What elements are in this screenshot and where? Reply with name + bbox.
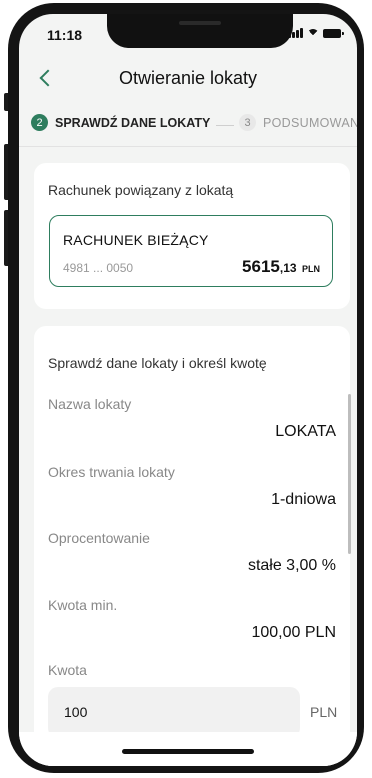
step-connector <box>216 125 234 126</box>
field-value-interest: stałe 3,00 % <box>247 557 336 574</box>
account-tile[interactable]: RACHUNEK BIEŻĄCY 4981 ... 0050 5615,13 P… <box>49 215 333 287</box>
step-indicator: 2 SPRAWDŹ DANE LOKATY 3 PODSUMOWANIE <box>19 112 357 140</box>
field-label-interest: Oprocentowanie <box>48 530 150 546</box>
field-value-min-amount: 100,00 PLN <box>251 624 336 641</box>
page-title: Otwieranie lokaty <box>118 68 258 88</box>
steps-divider <box>19 146 357 147</box>
step-3: 3 PODSUMOWANIE <box>239 114 357 131</box>
linked-account-title: Rachunek powiązany z lokatą <box>48 182 234 198</box>
scrollbar[interactable] <box>348 394 351 554</box>
amount-currency: PLN <box>310 704 338 720</box>
field-label-deposit-name: Nazwa lokaty <box>48 396 132 412</box>
linked-account-card: Rachunek powiązany z lokatą RACHUNEK BIE… <box>34 163 350 309</box>
field-value-term: 1-dniowa <box>271 491 336 508</box>
notch <box>107 14 293 48</box>
step-2-active: 2 SPRAWDŹ DANE LOKATY <box>31 114 210 131</box>
balance-integer: 5615 <box>242 257 280 276</box>
field-label-min-amount: Kwota min. <box>48 597 118 613</box>
field-label-term: Okres trwania lokaty <box>48 464 175 480</box>
app-screen: 11:18 Otwieranie lokaty 2 SPRAWDŹ DANE L… <box>19 14 357 766</box>
app-header: Otwieranie lokaty <box>19 58 357 102</box>
balance-decimal: ,13 <box>279 261 297 275</box>
amount-label: Kwota <box>48 662 87 678</box>
wifi-icon <box>307 27 319 39</box>
deposit-section-title: Sprawdź dane lokaty i określ kwotę <box>48 355 267 371</box>
account-balance: 5615,13 PLN <box>242 257 320 277</box>
field-value-deposit-name: LOKATA <box>275 423 336 440</box>
step-label: PODSUMOWANIE <box>263 115 357 130</box>
balance-currency: PLN <box>302 264 320 274</box>
status-time: 11:18 <box>47 27 83 43</box>
step-label: SPRAWDŹ DANE LOKATY <box>55 115 211 130</box>
account-number: 4981 ... 0050 <box>63 261 134 275</box>
step-number: 2 <box>31 114 48 131</box>
battery-icon <box>323 28 344 38</box>
amount-input[interactable]: 100 <box>48 687 300 738</box>
amount-value: 100 <box>64 704 88 720</box>
step-number: 3 <box>239 114 256 131</box>
status-icons <box>288 27 344 39</box>
account-name: RACHUNEK BIEŻĄCY <box>63 232 209 248</box>
home-indicator[interactable] <box>122 749 254 754</box>
deposit-details-card: Sprawdź dane lokaty i określ kwotę Nazwa… <box>34 326 350 766</box>
